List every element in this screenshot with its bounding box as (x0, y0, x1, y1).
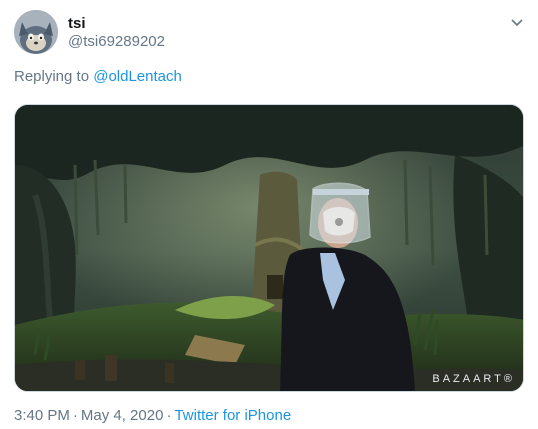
tweet-meta: 3:40 PM · May 4, 2020 · Twitter for iPhone (14, 407, 291, 425)
tweet-date[interactable]: May 4, 2020 (81, 407, 164, 424)
mention-link[interactable]: @oldLentach (93, 68, 182, 85)
avatar[interactable] (14, 10, 58, 54)
tweet: tsi @tsi69289202 Replying to @oldLentach (0, 0, 538, 429)
tweet-media-image[interactable]: BAZAART® (14, 104, 524, 392)
avatar-image (14, 10, 58, 54)
replying-to-label: Replying to (14, 68, 94, 85)
separator: · (72, 407, 78, 424)
swamp-scene-image (15, 105, 523, 391)
bazaart-watermark: BAZAART® (432, 373, 515, 385)
user-name[interactable]: tsi (68, 15, 86, 33)
replying-to: Replying to @oldLentach (14, 68, 182, 86)
tweet-source-link[interactable]: Twitter for iPhone (174, 407, 291, 424)
user-handle[interactable]: @tsi69289202 (68, 33, 165, 51)
chevron-down-icon[interactable] (507, 12, 527, 32)
tweet-time[interactable]: 3:40 PM (14, 407, 70, 424)
separator: · (166, 407, 172, 424)
